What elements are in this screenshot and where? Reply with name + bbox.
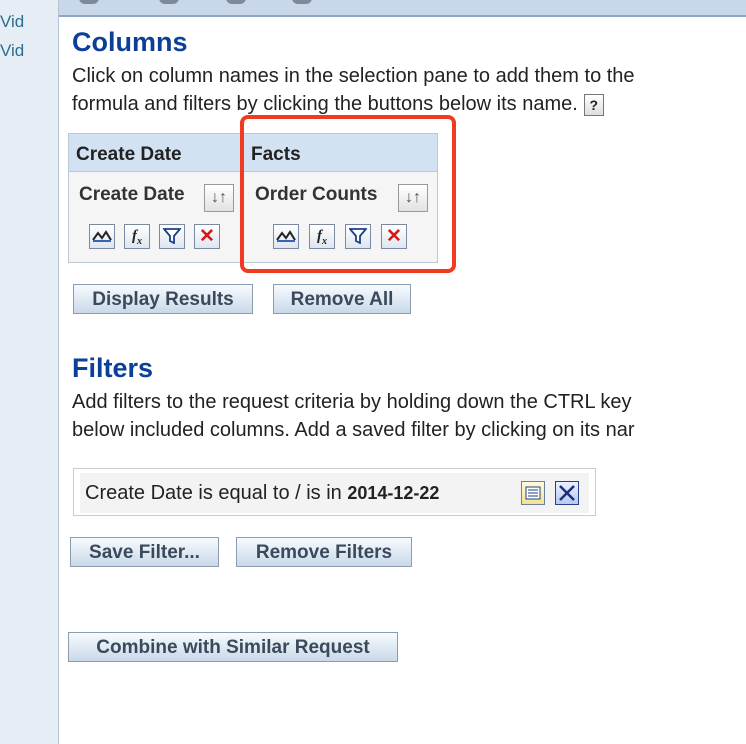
remove-all-button[interactable]: Remove All bbox=[273, 284, 411, 314]
columns-description-line1: Click on column names in the selection p… bbox=[72, 65, 635, 87]
filter-icon[interactable] bbox=[159, 224, 185, 249]
help-icon[interactable]: ? bbox=[583, 93, 604, 116]
filters-description-line1: Add filters to the request criteria by h… bbox=[72, 391, 632, 413]
toolbar-icon[interactable] bbox=[79, 0, 99, 4]
filter-box: Create Date is equal to / is in 2014-12-… bbox=[73, 468, 596, 516]
columns-description-line2: formula and filters by clicking the butt… bbox=[72, 90, 604, 118]
columns-heading: Columns bbox=[72, 27, 188, 57]
left-pane-link-2[interactable]: Vid bbox=[0, 41, 24, 61]
toolbar bbox=[59, 0, 746, 17]
save-filter-button[interactable]: Save Filter... bbox=[70, 537, 219, 567]
properties-icon[interactable] bbox=[89, 224, 115, 249]
left-pane: Vid Vid bbox=[0, 0, 59, 744]
display-results-button[interactable]: Display Results bbox=[73, 284, 253, 314]
column-header-create-date: Create Date bbox=[69, 134, 243, 172]
filters-description-line2: below included columns. Add a saved filt… bbox=[72, 419, 635, 441]
column-name-create-date[interactable]: Create Date bbox=[79, 184, 185, 206]
filters-heading: Filters bbox=[72, 353, 154, 383]
filter-condition: Create Date is equal to / is in bbox=[85, 482, 342, 504]
edit-filter-icon[interactable] bbox=[521, 481, 545, 505]
columns-description-text: formula and filters by clicking the butt… bbox=[72, 93, 578, 115]
delete-icon[interactable]: ✕ bbox=[194, 224, 220, 249]
filter-row: Create Date is equal to / is in 2014-12-… bbox=[80, 473, 589, 513]
highlight-box bbox=[240, 115, 456, 273]
left-pane-link-1[interactable]: Vid bbox=[0, 12, 24, 32]
sort-button[interactable]: ↓↑ bbox=[204, 184, 234, 212]
delete-filter-icon[interactable] bbox=[555, 481, 579, 505]
toolbar-icon[interactable] bbox=[226, 0, 246, 4]
combine-similar-request-button[interactable]: Combine with Similar Request bbox=[68, 632, 398, 662]
toolbar-icon[interactable] bbox=[159, 0, 179, 4]
filter-text: Create Date is equal to / is in 2014-12-… bbox=[85, 482, 439, 505]
remove-filters-button[interactable]: Remove Filters bbox=[236, 537, 412, 567]
filter-value: 2014-12-22 bbox=[347, 483, 440, 503]
toolbar-icon[interactable] bbox=[292, 0, 312, 4]
formula-icon[interactable]: fx bbox=[124, 224, 150, 249]
